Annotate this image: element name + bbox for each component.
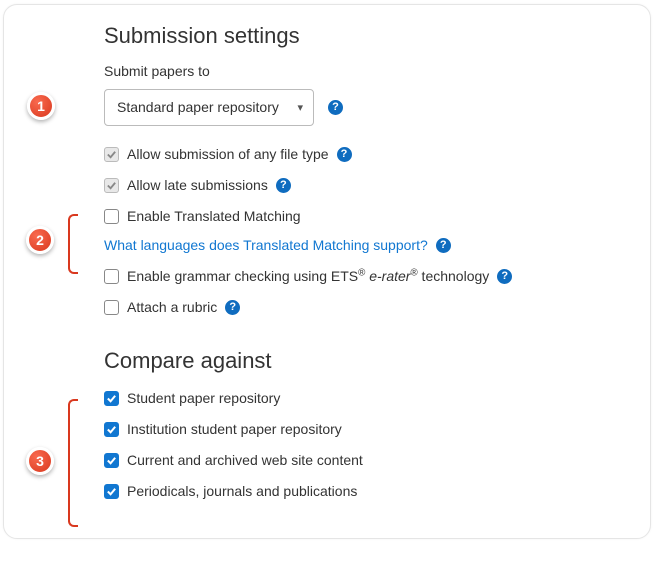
student-repo-label: Student paper repository bbox=[127, 388, 280, 409]
web-content-label: Current and archived web site content bbox=[127, 450, 363, 471]
help-icon[interactable]: ? bbox=[328, 100, 343, 115]
repository-selected-value: Standard paper repository bbox=[117, 99, 279, 115]
institution-repo-label: Institution student paper repository bbox=[127, 419, 342, 440]
grammar-checkbox[interactable] bbox=[104, 269, 119, 284]
help-icon[interactable]: ? bbox=[436, 238, 451, 253]
callout-3: 3 bbox=[26, 447, 54, 475]
translated-matching-checkbox[interactable] bbox=[104, 209, 119, 224]
help-icon[interactable]: ? bbox=[225, 300, 240, 315]
help-icon[interactable]: ? bbox=[337, 147, 352, 162]
allow-any-file-label: Allow submission of any file type bbox=[127, 144, 329, 165]
grammar-label: Enable grammar checking using ETS® e-rat… bbox=[127, 266, 489, 287]
callout-1: 1 bbox=[27, 92, 55, 120]
student-repo-checkbox[interactable] bbox=[104, 391, 119, 406]
bracket-3 bbox=[68, 399, 78, 527]
web-content-checkbox[interactable] bbox=[104, 453, 119, 468]
chevron-down-icon: ▾ bbox=[297, 99, 303, 116]
attach-rubric-checkbox[interactable] bbox=[104, 300, 119, 315]
translated-languages-link[interactable]: What languages does Translated Matching … bbox=[104, 235, 428, 256]
settings-panel: Submission settings Submit papers to Sta… bbox=[3, 4, 651, 539]
submit-papers-to-label: Submit papers to bbox=[104, 63, 628, 79]
submission-settings-title: Submission settings bbox=[104, 23, 628, 49]
institution-repo-checkbox[interactable] bbox=[104, 422, 119, 437]
periodicals-checkbox[interactable] bbox=[104, 484, 119, 499]
attach-rubric-label: Attach a rubric bbox=[127, 297, 217, 318]
repository-select[interactable]: Standard paper repository ▾ bbox=[104, 89, 314, 126]
periodicals-label: Periodicals, journals and publications bbox=[127, 481, 357, 502]
bracket-2 bbox=[68, 214, 78, 274]
compare-against-title: Compare against bbox=[104, 348, 628, 374]
help-icon[interactable]: ? bbox=[276, 178, 291, 193]
translated-matching-label: Enable Translated Matching bbox=[127, 206, 301, 227]
callout-2: 2 bbox=[26, 226, 54, 254]
allow-any-file-checkbox bbox=[104, 147, 119, 162]
allow-late-checkbox bbox=[104, 178, 119, 193]
help-icon[interactable]: ? bbox=[497, 269, 512, 284]
allow-late-label: Allow late submissions bbox=[127, 175, 268, 196]
